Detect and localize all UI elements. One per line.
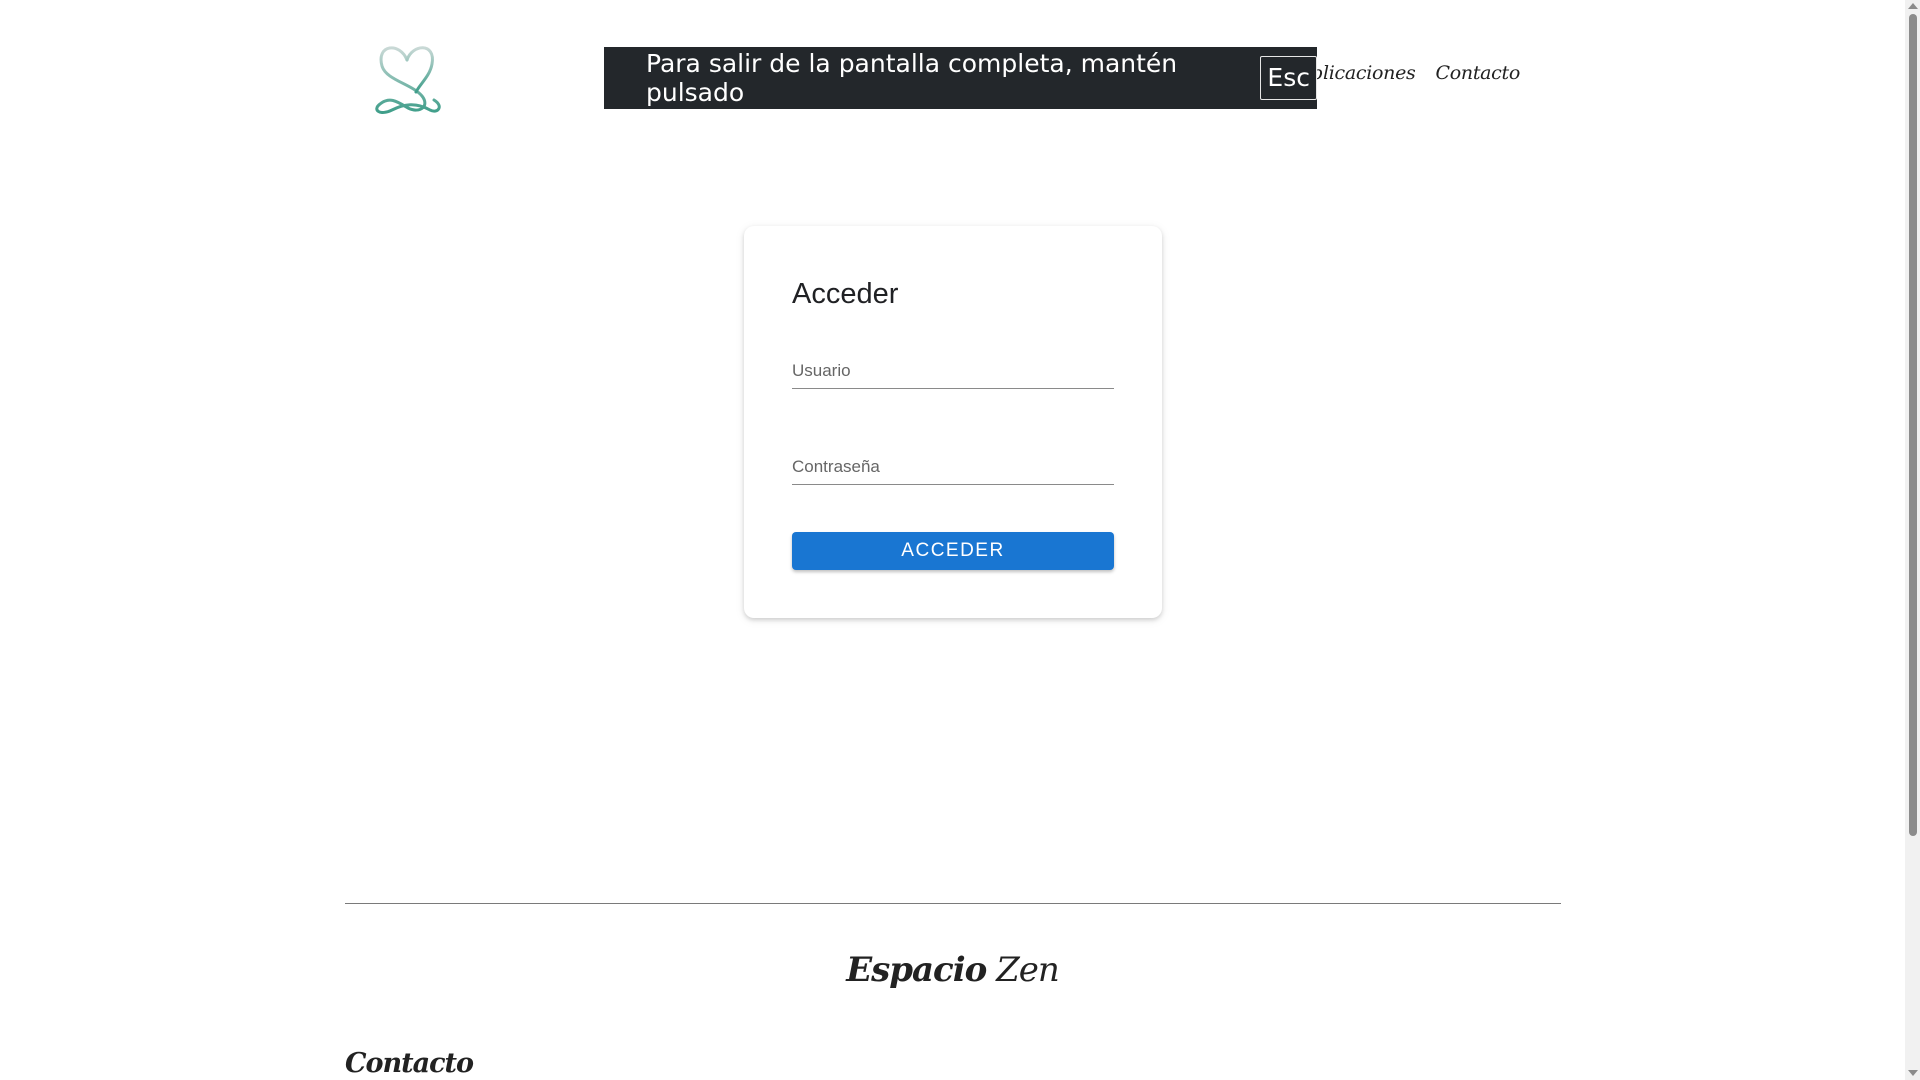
footer-contact-heading: Contacto — [345, 1048, 474, 1079]
brand-name-light: Zen — [996, 950, 1060, 990]
infinity-heart-logo-icon[interactable] — [372, 36, 442, 114]
login-card: Acceder ACCEDER — [744, 226, 1162, 618]
page-scrollbar[interactable] — [1905, 0, 1920, 1080]
footer-brand: Espacio Zen — [0, 950, 1905, 990]
username-field[interactable] — [792, 354, 1114, 389]
fullscreen-notice-text: Para salir de la pantalla completa, mant… — [646, 49, 1178, 107]
password-input[interactable] — [792, 450, 1114, 484]
password-field[interactable] — [792, 450, 1114, 485]
fullscreen-exit-notice: Para salir de la pantalla completa, mant… — [604, 47, 1317, 109]
page: Publicaciones Contacto Para salir de la … — [0, 0, 1920, 1080]
scrollbar-thumb[interactable] — [1909, 14, 1917, 836]
scroll-up-arrow-icon[interactable] — [1908, 3, 1918, 9]
username-input[interactable] — [792, 354, 1114, 388]
scroll-down-arrow-icon[interactable] — [1908, 1070, 1918, 1076]
brand-name-bold: Espacio — [846, 950, 987, 990]
login-title: Acceder — [792, 278, 899, 310]
login-submit-button[interactable]: ACCEDER — [792, 532, 1114, 570]
nav-link-contacto[interactable]: Contacto — [1436, 62, 1521, 84]
esc-key-badge: Esc — [1260, 56, 1317, 100]
main-nav: Publicaciones Contacto — [1287, 62, 1521, 84]
footer-divider — [345, 903, 1561, 904]
